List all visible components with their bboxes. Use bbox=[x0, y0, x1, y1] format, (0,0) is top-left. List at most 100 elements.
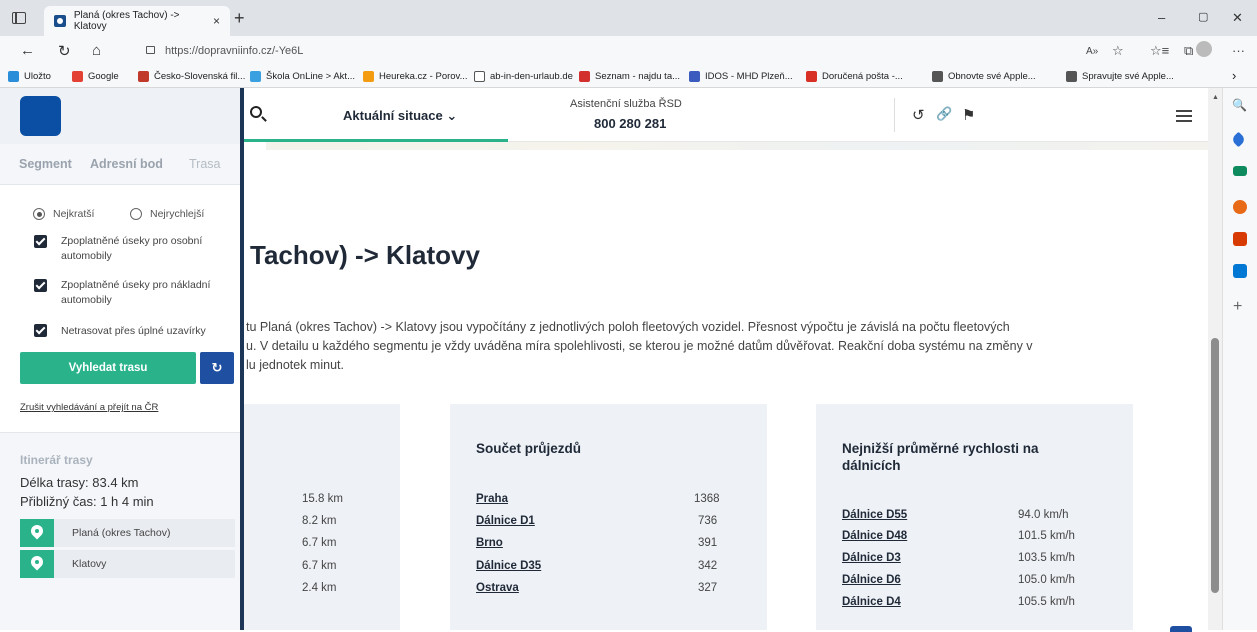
back-button[interactable]: ← bbox=[20, 42, 35, 59]
lock-icon bbox=[146, 46, 155, 54]
office-icon[interactable] bbox=[1233, 232, 1247, 246]
url-field[interactable]: https://dopravniinfo.cz/-Ye6L bbox=[146, 45, 303, 57]
site-logo[interactable] bbox=[20, 96, 61, 136]
bookmark-item[interactable]: Česko-Slovenská fil... bbox=[138, 71, 245, 82]
radio-fastest[interactable]: Nejrychlejší bbox=[130, 208, 204, 220]
radio-label: Nejrychlejší bbox=[150, 208, 205, 220]
bookmark-item[interactable]: Seznam - najdu ta... bbox=[579, 71, 680, 82]
panel-tabs: Segment Adresní bod Trasa bbox=[0, 144, 240, 185]
add-sidebar-app-icon[interactable]: + bbox=[1233, 298, 1242, 316]
map-pin-icon bbox=[20, 550, 54, 578]
highway-link[interactable]: Dálnice D48 bbox=[842, 530, 907, 542]
favorites-icon[interactable]: ☆≡ bbox=[1150, 43, 1169, 59]
flag-icon[interactable]: ⚑ bbox=[962, 106, 975, 124]
search-icon[interactable] bbox=[250, 106, 262, 118]
location-link[interactable]: Dálnice D35 bbox=[476, 560, 541, 572]
bookmark-favicon-icon bbox=[8, 71, 19, 82]
highway-link[interactable]: Dálnice D6 bbox=[842, 574, 901, 586]
tab-actions-icon[interactable] bbox=[12, 12, 26, 24]
table-row: Dálnice D48 101.5 km/h bbox=[842, 530, 1112, 542]
distance-value: 6.7 km bbox=[302, 537, 337, 549]
cancel-search-link[interactable]: Zrušit vyhledávání a přejít na ČR bbox=[20, 402, 158, 413]
table-row: Brno 391 bbox=[476, 537, 746, 549]
location-link[interactable]: Dálnice D1 bbox=[476, 515, 535, 527]
minimize-button[interactable]: – bbox=[1158, 10, 1165, 25]
checkbox-toll-cars[interactable] bbox=[34, 235, 47, 248]
collections-icon[interactable]: ⧉ bbox=[1184, 43, 1193, 59]
speed-value: 105.5 km/h bbox=[1018, 596, 1075, 608]
bookmark-favicon-icon bbox=[474, 71, 485, 82]
browser-tab[interactable]: Planá (okres Tachov) -> Klatovy × bbox=[44, 6, 230, 36]
refresh-icon[interactable]: ↺ bbox=[912, 106, 925, 124]
bookmark-item[interactable]: Škola OnLine > Akt... bbox=[250, 71, 355, 82]
highway-link[interactable]: Dálnice D55 bbox=[842, 509, 907, 521]
tools-icon[interactable] bbox=[1233, 166, 1247, 176]
outlook-icon[interactable] bbox=[1233, 264, 1247, 278]
page-scrollbar[interactable]: ▲ bbox=[1208, 88, 1222, 630]
radio-shortest[interactable]: Nejkratší bbox=[33, 208, 94, 220]
map-pin-icon bbox=[20, 519, 54, 547]
close-window-button[interactable]: ✕ bbox=[1232, 10, 1243, 26]
refresh-icon: ↻ bbox=[211, 360, 223, 375]
speed-value: 105.0 km/h bbox=[1018, 574, 1075, 586]
tab-close-icon[interactable]: × bbox=[213, 14, 220, 28]
hamburger-menu-icon[interactable] bbox=[1176, 110, 1192, 122]
highway-link[interactable]: Dálnice D3 bbox=[842, 552, 901, 564]
refresh-route-button[interactable]: ↻ bbox=[200, 352, 234, 384]
route-stop[interactable]: Klatovy bbox=[20, 550, 235, 578]
bookmark-item[interactable]: IDOS - MHD Plzeň... bbox=[689, 71, 793, 82]
location-link[interactable]: Brno bbox=[476, 537, 503, 549]
tab-segment[interactable]: Segment bbox=[19, 157, 72, 171]
restore-button[interactable]: ▢ bbox=[1198, 10, 1208, 23]
stop-label: Planá (okres Tachov) bbox=[72, 527, 171, 539]
sidebar-search-icon[interactable]: 🔍 bbox=[1232, 98, 1247, 112]
itinerary-section: Itinerář trasy Délka trasy: 83.4 km Přib… bbox=[0, 432, 240, 630]
bookmark-favicon-icon bbox=[806, 71, 817, 82]
highway-link[interactable]: Dálnice D4 bbox=[842, 596, 901, 608]
bookmark-item[interactable]: Uložto bbox=[8, 71, 51, 82]
description-line: u. V detailu u každého segmentu je vždy … bbox=[246, 339, 1033, 353]
location-link[interactable]: Ostrava bbox=[476, 582, 519, 594]
table-row: Dálnice D55 94.0 km/h bbox=[842, 509, 1112, 521]
checkbox-avoid-closures[interactable] bbox=[34, 324, 47, 337]
bookmark-item[interactable]: Obnovte své Apple... bbox=[932, 71, 1036, 82]
games-icon[interactable] bbox=[1233, 200, 1247, 214]
bookmark-item[interactable]: Heureka.cz - Porov... bbox=[363, 71, 468, 82]
bookmark-item[interactable]: ab-in-den-urlaub.de bbox=[474, 71, 573, 82]
scroll-up-icon[interactable]: ▲ bbox=[1212, 94, 1219, 101]
home-button[interactable]: ⌂ bbox=[92, 42, 101, 59]
route-stop[interactable]: Planá (okres Tachov) bbox=[20, 519, 235, 547]
address-bar: ← ↻ ⌂ https://dopravniinfo.cz/-Ye6L A» ☆… bbox=[0, 36, 1257, 66]
more-icon[interactable]: ··· bbox=[1232, 43, 1245, 58]
find-route-button[interactable]: Vyhledat trasu bbox=[20, 352, 196, 384]
new-tab-button[interactable]: + bbox=[234, 8, 245, 29]
bookmark-label: Česko-Slovenská fil... bbox=[154, 71, 246, 82]
checkbox-toll-trucks[interactable] bbox=[34, 279, 47, 292]
tab-route[interactable]: Trasa bbox=[189, 157, 221, 171]
tab-address-point[interactable]: Adresní bod bbox=[90, 157, 163, 171]
favorite-icon[interactable]: ☆ bbox=[1112, 43, 1124, 59]
bookmark-favicon-icon bbox=[932, 71, 943, 82]
bookmark-item[interactable]: Google bbox=[72, 71, 119, 82]
table-row: Dálnice D4 105.5 km/h bbox=[842, 596, 1112, 608]
reload-button[interactable]: ↻ bbox=[58, 42, 71, 60]
bookmark-item[interactable]: Doručená pošta -... bbox=[806, 71, 903, 82]
chat-button[interactable] bbox=[1170, 626, 1192, 632]
checkbox-label: Zpoplatněné úseky pro nákladní automobil… bbox=[61, 279, 211, 306]
assistance-phone[interactable]: 800 280 281 bbox=[594, 116, 666, 131]
bookmark-label: Obnovte své Apple... bbox=[948, 71, 1036, 82]
profile-avatar[interactable] bbox=[1196, 41, 1212, 57]
location-link[interactable]: Praha bbox=[476, 493, 508, 505]
read-aloud-icon[interactable]: A» bbox=[1086, 46, 1098, 57]
segment-distance-card: 15.8 km 8.2 km 6.7 km 6.7 km 2.4 km bbox=[244, 404, 400, 630]
link-icon[interactable]: 🔗 bbox=[936, 106, 952, 122]
shopping-icon[interactable] bbox=[1230, 131, 1247, 148]
current-situation-menu[interactable]: Aktuální situace ⌄ bbox=[343, 108, 457, 124]
url-text: https://dopravniinfo.cz/-Ye6L bbox=[165, 45, 304, 57]
card-title: Nejnižší průměrné rychlosti na dálnicích bbox=[842, 440, 1039, 474]
bookmark-item[interactable]: Spravujte své Apple... bbox=[1066, 71, 1174, 82]
scroll-thumb[interactable] bbox=[1211, 338, 1219, 593]
bookmarks-more-icon[interactable]: › bbox=[1232, 68, 1236, 83]
bookmark-favicon-icon bbox=[689, 71, 700, 82]
browser-sidebar: 🔍 + bbox=[1222, 88, 1257, 630]
